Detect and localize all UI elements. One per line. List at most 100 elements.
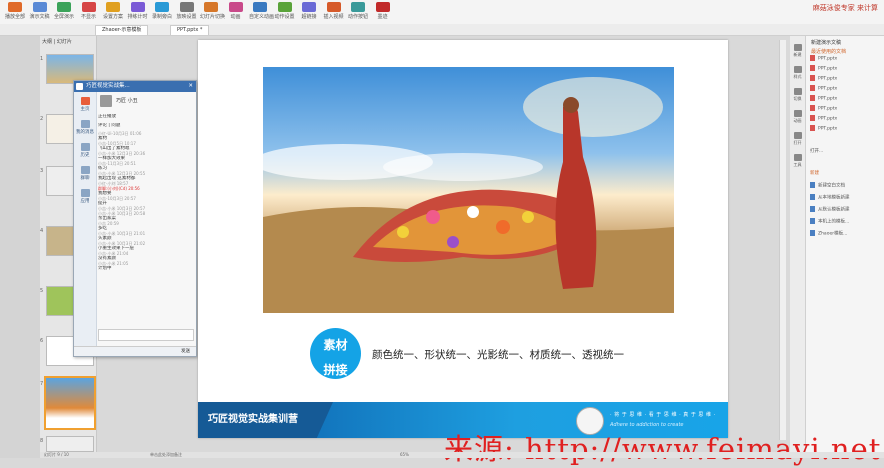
document-icon [810,218,815,224]
chat-body: 巧匠 小丑 正在播放 评论 | 问题 小红-Ui-10月3日 01:06 素材 小吉… [98,95,194,271]
slide-number: 6 [40,338,44,344]
ribbon-item[interactable]: 幻灯片切换 [200,2,226,20]
chat-footer: 发送 [74,346,196,356]
ribbon-label: 动作按钮 [347,14,368,20]
panel-tabs[interactable]: 大纲 | 幻灯片 [42,38,72,45]
strip-icon [793,44,802,51]
pane-strip-item[interactable]: 动画 [791,110,804,124]
badge-line1: 素材 [323,338,348,352]
recent-file[interactable]: PPT.pptx [810,95,837,102]
pane-strip-item[interactable]: 切换 [791,88,804,102]
tab-ppt[interactable]: PPT.pptx * [170,25,210,35]
recent-file[interactable]: PPT.pptx [810,115,837,122]
chat-side-item[interactable]: 群聊 [74,166,96,181]
new-task-item[interactable]: Zhaoer模板... [810,230,847,237]
ribbon-item[interactable]: 演示文稿 [29,2,51,20]
contact-name: 巧匠 小丑 [116,98,138,104]
ribbon-icon [179,2,194,12]
ribbon-label: 全屏演示 [53,14,74,20]
ribbon-icon [204,2,218,12]
ribbon-item[interactable]: 动画 [225,2,247,20]
new-label: 新建 [810,171,819,176]
slide-thumb-selected[interactable] [44,376,96,430]
new-task-item[interactable]: 从本地模板新建 [810,194,850,201]
ribbon-icon [228,2,243,12]
send-button[interactable]: 发送 [181,348,190,354]
ribbon-label: 播放全部 [4,14,25,20]
status-bar: 幻灯片 9 / 10 单击此处添加备注 65% [40,452,884,458]
ribbon-item[interactable]: 插入视频 [323,2,345,20]
chat-side-item[interactable]: 主页 [74,97,96,112]
ribbon-label: 自定义动画 [249,14,275,20]
ribbon-item[interactable]: 排练计时 [127,2,149,20]
ppt-file-icon [810,115,815,121]
recent-file[interactable]: PPT.pptx [810,55,837,62]
ribbon-item[interactable]: 动作设置 [274,2,296,20]
chat-message: 计划中 [98,266,112,271]
zoom-level[interactable]: 65% [400,452,409,457]
slide-canvas[interactable]: 素材 拼接 颜色统一、形状统一、光影统一、材质统一、透视统一 巧匠视觉实战集训营… [198,40,728,438]
ribbon-item[interactable]: 设置方案 [102,2,124,20]
brand-text: 麻菇泳俊专家 来计算 [812,4,878,12]
flower-dress-photo [263,67,674,313]
open-link[interactable]: 打开... [810,148,823,154]
close-icon[interactable]: ✕ [188,81,193,92]
pane-strip-item[interactable]: 工具 [791,154,804,168]
chat-title: 巧匠视觉实战集... [86,83,130,89]
chat-side-item[interactable]: 我的消息 [74,120,96,135]
ribbon-icon [375,2,390,12]
new-task-item[interactable]: 新建空白文档 [810,182,845,189]
ribbon-label: 设置方案 [102,14,123,20]
recent-file[interactable]: PPT.pptx [810,65,837,72]
chat-window[interactable]: 巧匠视觉实战集... ✕ 主页 我的消息 历史 群聊 应用 巧匠 小丑 正在播放… [73,80,197,357]
ribbon-item[interactable]: 播放全部 [4,2,26,20]
ribbon-label: 幻灯片切换 [200,14,226,20]
ribbon-icon [106,2,120,12]
ribbon-icon [326,2,341,12]
chat-side-item[interactable]: 应用 [74,189,96,204]
topic-badge: 素材 拼接 [310,328,361,379]
document-icon [810,194,815,200]
chat-input[interactable] [98,329,194,341]
ribbon-icon [277,2,292,12]
strip-icon [793,132,802,139]
recent-file[interactable]: PPT.pptx [810,75,837,82]
ribbon-icon [32,2,47,12]
chat-title-bar[interactable]: 巧匠视觉实战集... ✕ [74,81,196,92]
ribbon-item[interactable]: 自定义动画 [249,2,275,20]
ribbon-label: 不显示 [80,14,96,20]
pane-strip-item[interactable]: 样式 [791,66,804,80]
ribbon-icon [81,2,96,12]
new-task-item[interactable]: 从默认模板新建 [810,206,850,213]
ribbon-item[interactable]: 录制旁白 [151,2,173,20]
document-icon [810,230,815,236]
banner-title: 巧匠视觉实战集训营 [198,402,333,438]
ribbon-item[interactable]: 超链接 [298,2,320,20]
ppt-file-icon [810,75,815,81]
strip-icon [793,88,802,95]
recent-file[interactable]: PPT.pptx [810,105,837,112]
recent-file[interactable]: PPT.pptx [810,85,837,92]
ribbon-item[interactable]: 全屏演示 [53,2,75,20]
ribbon-item[interactable]: 动作按钮 [347,2,369,20]
new-task-item[interactable]: 本机上的模板... [810,218,849,225]
vertical-scrollbar[interactable] [779,40,786,440]
document-icon [810,206,815,212]
chat-side-item[interactable]: 历史 [74,143,96,158]
slide-number: 4 [40,228,44,234]
ribbon-item[interactable]: 不显示 [78,2,100,20]
ribbon-label: 排练计时 [127,14,148,20]
recent-file[interactable]: PPT.pptx [810,125,837,132]
slide-thumb[interactable] [46,436,94,452]
ribbon-icon [8,2,22,12]
chat-tabs[interactable]: 评论 | 问题 [98,123,194,128]
tab-template[interactable]: Zhaoer-示意模板 [95,25,149,35]
ribbon-icon [155,2,169,12]
pane-strip-item[interactable]: 新建 [791,44,804,58]
pane-strip-item[interactable]: 打开 [791,132,804,146]
ribbon-label: 动画 [230,14,241,20]
notes-hint[interactable]: 单击此处添加备注 [150,452,182,458]
ribbon-item[interactable]: 放映设置 [176,2,198,20]
ribbon-label: 放映设置 [176,14,197,20]
ribbon-item[interactable]: 墨迹 [372,2,394,20]
